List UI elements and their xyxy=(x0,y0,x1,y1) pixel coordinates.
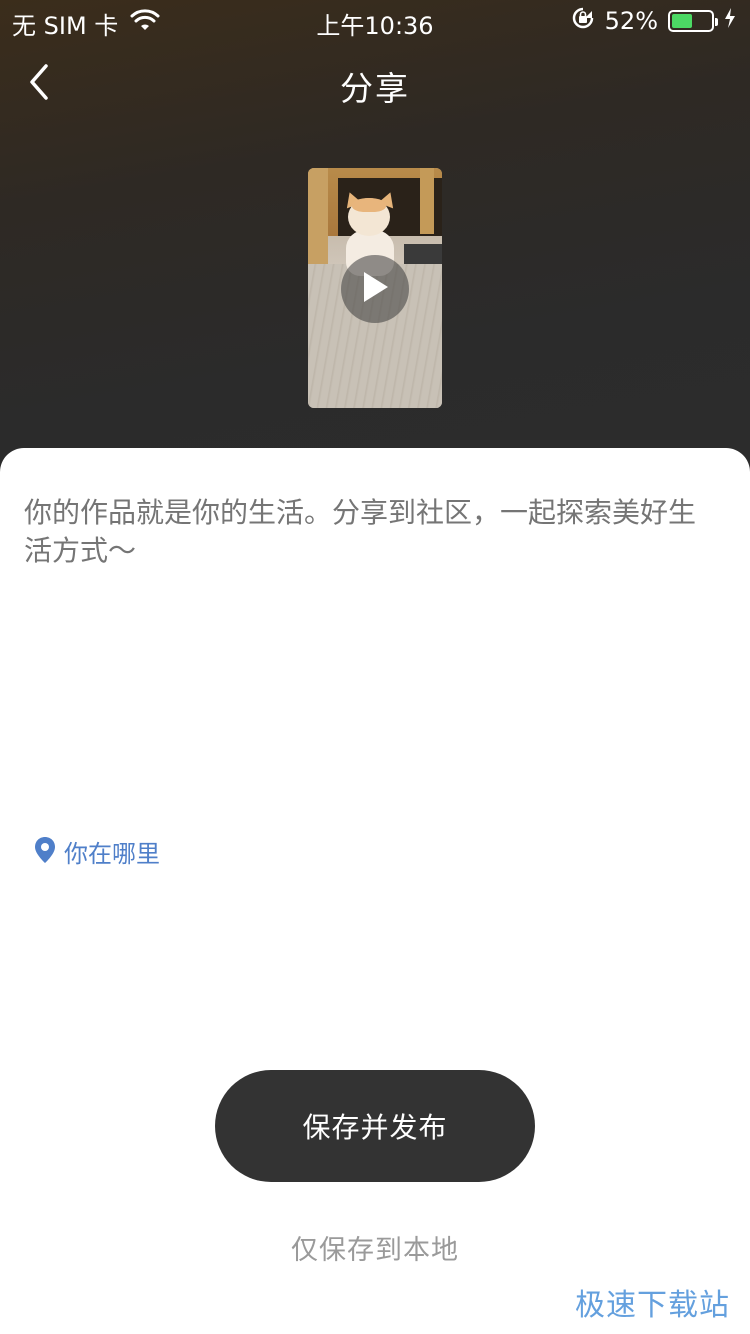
compose-sheet: 你在哪里 保存并发布 仅保存到本地 xyxy=(0,448,750,1334)
status-right: 52% xyxy=(571,6,736,36)
play-icon xyxy=(360,270,390,308)
location-label: 你在哪里 xyxy=(64,840,160,868)
charging-icon xyxy=(724,7,736,35)
video-thumbnail[interactable] xyxy=(308,168,442,408)
rotation-lock-icon xyxy=(571,6,595,36)
status-bar: 无 SIM 卡 上午10:36 52% xyxy=(0,0,750,40)
page-title: 分享 xyxy=(340,69,410,108)
location-button[interactable]: 你在哪里 xyxy=(34,834,160,869)
cat-patch xyxy=(352,198,386,212)
location-pin-icon xyxy=(34,836,56,868)
watermark: 极速下载站 xyxy=(575,1288,730,1323)
battery-icon xyxy=(668,10,718,32)
caption-input[interactable] xyxy=(24,494,714,744)
play-button[interactable] xyxy=(341,255,409,323)
save-local-button[interactable]: 仅保存到本地 xyxy=(0,1228,750,1267)
battery-percent: 52% xyxy=(604,7,658,35)
thumb-cabinet-side xyxy=(308,168,328,268)
save-and-publish-button[interactable]: 保存并发布 xyxy=(215,1070,535,1182)
thumb-cabinet-leg xyxy=(420,168,434,234)
battery-fill xyxy=(672,14,692,28)
